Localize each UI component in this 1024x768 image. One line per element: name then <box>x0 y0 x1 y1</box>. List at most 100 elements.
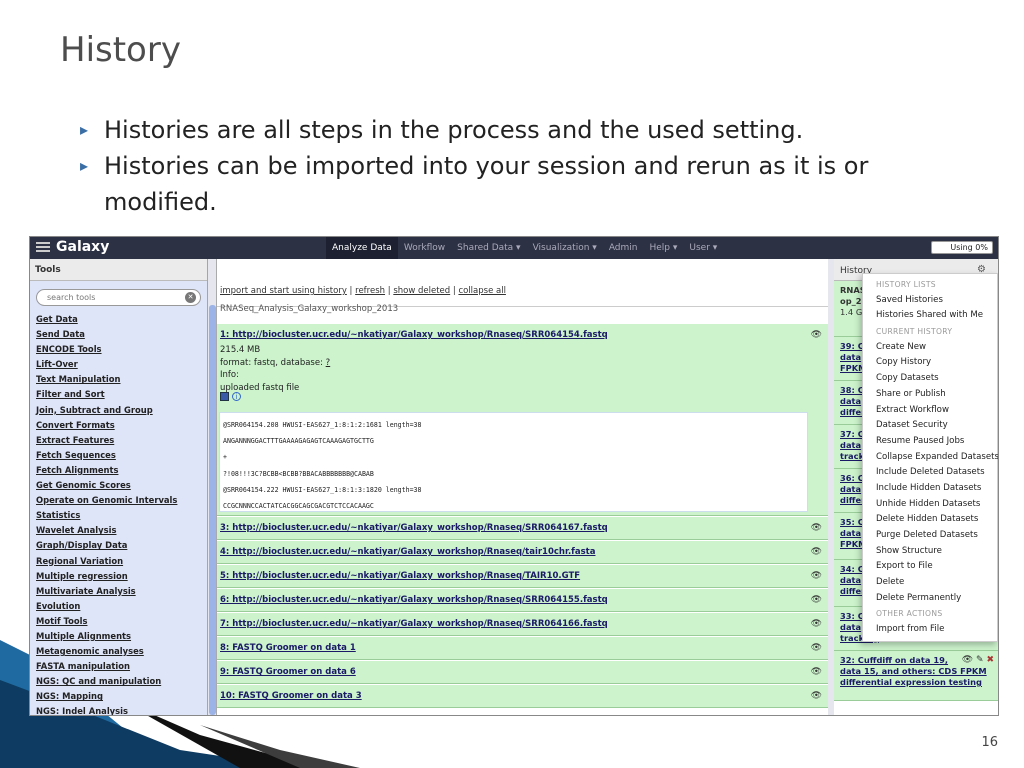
eye-icon[interactable]: 👁 <box>811 571 822 581</box>
menu-histories-shared[interactable]: Histories Shared with Me <box>863 308 997 324</box>
dataset-title[interactable]: 1: http://biocluster.ucr.edu/~nkatiyar/G… <box>220 330 608 340</box>
tool-section-filter-sort[interactable]: Filter and Sort <box>36 387 201 402</box>
tool-section-genomic-scores[interactable]: Get Genomic Scores <box>36 478 201 493</box>
menu-copy-datasets[interactable]: Copy Datasets <box>863 371 997 387</box>
collapse-all-link[interactable]: collapse all <box>458 286 506 296</box>
menu-export-file[interactable]: Export to File <box>863 559 997 575</box>
tool-section-motif[interactable]: Motif Tools <box>36 614 201 629</box>
tool-section-encode-tools[interactable]: ENCODE Tools <box>36 342 201 357</box>
tool-section-genomic-intervals[interactable]: Operate on Genomic Intervals <box>36 493 201 508</box>
history-item-line[interactable]: differential expression testing <box>840 677 992 688</box>
dataset-title[interactable]: 9: FASTQ Groomer on data 6 <box>220 667 356 677</box>
tool-section-text-manipulation[interactable]: Text Manipulation <box>36 372 201 387</box>
menu-import-file[interactable]: Import from File <box>863 622 997 638</box>
menu-collapse-expanded[interactable]: Collapse Expanded Datasets <box>863 450 998 466</box>
tool-section-ngs-indel[interactable]: NGS: Indel Analysis <box>36 704 201 715</box>
tool-section-extract-features[interactable]: Extract Features <box>36 433 201 448</box>
nav-user[interactable]: User ▾ <box>683 237 723 259</box>
tool-section-join-subtract[interactable]: Join, Subtract and Group <box>36 403 201 418</box>
dataset-row[interactable]: 3: http://biocluster.ucr.edu/~nkatiyar/G… <box>217 516 828 540</box>
menu-dataset-security[interactable]: Dataset Security <box>863 418 997 434</box>
tools-panel: Tools search tools ✕ Get Data Send Data … <box>30 259 208 715</box>
eye-icon[interactable]: 👁 <box>811 667 822 677</box>
eye-icon[interactable]: 👁 <box>811 330 822 340</box>
menu-delete[interactable]: Delete <box>863 575 997 591</box>
menu-show-structure[interactable]: Show Structure <box>863 544 997 560</box>
tool-section-send-data[interactable]: Send Data <box>36 327 201 342</box>
nav-help[interactable]: Help ▾ <box>644 237 684 259</box>
refresh-link[interactable]: refresh <box>355 286 385 296</box>
menu-purge-deleted[interactable]: Purge Deleted Datasets <box>863 528 997 544</box>
menu-extract-workflow[interactable]: Extract Workflow <box>863 403 997 419</box>
menu-unhide-hidden[interactable]: Unhide Hidden Datasets <box>863 497 997 513</box>
dataset-actions: i <box>220 392 241 401</box>
tool-section-ngs-qc[interactable]: NGS: QC and manipulation <box>36 674 201 689</box>
history-item[interactable]: 32: Cuffdiff on data 19, data 15, and ot… <box>834 651 998 701</box>
save-icon[interactable] <box>220 392 229 401</box>
show-deleted-link[interactable]: show deleted <box>393 286 450 296</box>
tool-section-lift-over[interactable]: Lift-Over <box>36 357 201 372</box>
nav-shared-data[interactable]: Shared Data ▾ <box>451 237 526 259</box>
tool-search-input[interactable]: search tools ✕ <box>36 289 201 306</box>
eye-icon[interactable]: 👁 <box>962 655 973 665</box>
nav-admin[interactable]: Admin <box>603 237 644 259</box>
import-history-link[interactable]: import and start using history <box>220 286 347 296</box>
info-icon[interactable]: i <box>232 392 241 401</box>
tool-section-multiple-regression[interactable]: Multiple regression <box>36 569 201 584</box>
galaxy-brand[interactable]: Galaxy <box>36 239 109 255</box>
tool-section-convert-formats[interactable]: Convert Formats <box>36 418 201 433</box>
tool-section-fasta[interactable]: FASTA manipulation <box>36 659 201 674</box>
dataset-row[interactable]: 6: http://biocluster.ucr.edu/~nkatiyar/G… <box>217 588 828 612</box>
tool-section-multiple-alignments[interactable]: Multiple Alignments <box>36 629 201 644</box>
nav-analyze-data[interactable]: Analyze Data <box>326 237 398 259</box>
dataset-title[interactable]: 7: http://biocluster.ucr.edu/~nkatiyar/G… <box>220 619 608 629</box>
menu-share-publish[interactable]: Share or Publish <box>863 387 997 403</box>
dataset-title[interactable]: 3: http://biocluster.ucr.edu/~nkatiyar/G… <box>220 523 608 533</box>
eye-icon[interactable]: 👁 <box>811 619 822 629</box>
menu-copy-history[interactable]: Copy History <box>863 355 997 371</box>
nav-workflow[interactable]: Workflow <box>398 237 451 259</box>
dataset-row[interactable]: 7: http://biocluster.ucr.edu/~nkatiyar/G… <box>217 612 828 636</box>
eye-icon[interactable]: 👁 <box>811 691 822 701</box>
menu-include-deleted[interactable]: Include Deleted Datasets <box>863 465 997 481</box>
tool-section-multivariate[interactable]: Multivariate Analysis <box>36 584 201 599</box>
dataset-title[interactable]: 5: http://biocluster.ucr.edu/~nkatiyar/G… <box>220 571 580 581</box>
slide-title: History <box>60 30 181 70</box>
tool-section-ngs-mapping[interactable]: NGS: Mapping <box>36 689 201 704</box>
menu-delete-permanently[interactable]: Delete Permanently <box>863 591 997 607</box>
tool-section-evolution[interactable]: Evolution <box>36 599 201 614</box>
left-scrollbar[interactable] <box>209 305 216 715</box>
delete-icon[interactable]: ✖ <box>986 655 994 665</box>
database-link[interactable]: ? <box>326 358 331 368</box>
tool-section-metagenomic[interactable]: Metagenomic analyses <box>36 644 201 659</box>
dataset-row[interactable]: 4: http://biocluster.ucr.edu/~nkatiyar/G… <box>217 540 828 564</box>
menu-create-new[interactable]: Create New <box>863 340 997 356</box>
tool-section-regional-variation[interactable]: Regional Variation <box>36 554 201 569</box>
dataset-title[interactable]: 10: FASTQ Groomer on data 3 <box>220 691 362 701</box>
eye-icon[interactable]: 👁 <box>811 595 822 605</box>
menu-resume-paused[interactable]: Resume Paused Jobs <box>863 434 997 450</box>
dataset-title[interactable]: 8: FASTQ Groomer on data 1 <box>220 643 356 653</box>
nav-visualization[interactable]: Visualization ▾ <box>527 237 603 259</box>
history-item-line[interactable]: data 15, and others: CDS FPKM <box>840 666 992 677</box>
tool-section-get-data[interactable]: Get Data <box>36 312 201 327</box>
dataset-row[interactable]: 10: FASTQ Groomer on data 3 👁 <box>217 684 828 708</box>
eye-icon[interactable]: 👁 <box>811 547 822 557</box>
dataset-title[interactable]: 4: http://biocluster.ucr.edu/~nkatiyar/G… <box>220 547 595 557</box>
tool-section-wavelet[interactable]: Wavelet Analysis <box>36 523 201 538</box>
pencil-icon[interactable]: ✎ <box>976 655 984 665</box>
tool-section-graph-display[interactable]: Graph/Display Data <box>36 538 201 553</box>
dataset-row[interactable]: 5: http://biocluster.ucr.edu/~nkatiyar/G… <box>217 564 828 588</box>
dataset-row[interactable]: 8: FASTQ Groomer on data 1 👁 <box>217 636 828 660</box>
dataset-title[interactable]: 6: http://biocluster.ucr.edu/~nkatiyar/G… <box>220 595 608 605</box>
tool-section-fetch-alignments[interactable]: Fetch Alignments <box>36 463 201 478</box>
eye-icon[interactable]: 👁 <box>811 643 822 653</box>
tool-section-fetch-sequences[interactable]: Fetch Sequences <box>36 448 201 463</box>
eye-icon[interactable]: 👁 <box>811 523 822 533</box>
menu-include-hidden[interactable]: Include Hidden Datasets <box>863 481 997 497</box>
clear-search-icon[interactable]: ✕ <box>185 292 196 303</box>
dataset-row[interactable]: 9: FASTQ Groomer on data 6 👁 <box>217 660 828 684</box>
menu-saved-histories[interactable]: Saved Histories <box>863 293 997 309</box>
menu-delete-hidden[interactable]: Delete Hidden Datasets <box>863 512 997 528</box>
tool-section-statistics[interactable]: Statistics <box>36 508 201 523</box>
